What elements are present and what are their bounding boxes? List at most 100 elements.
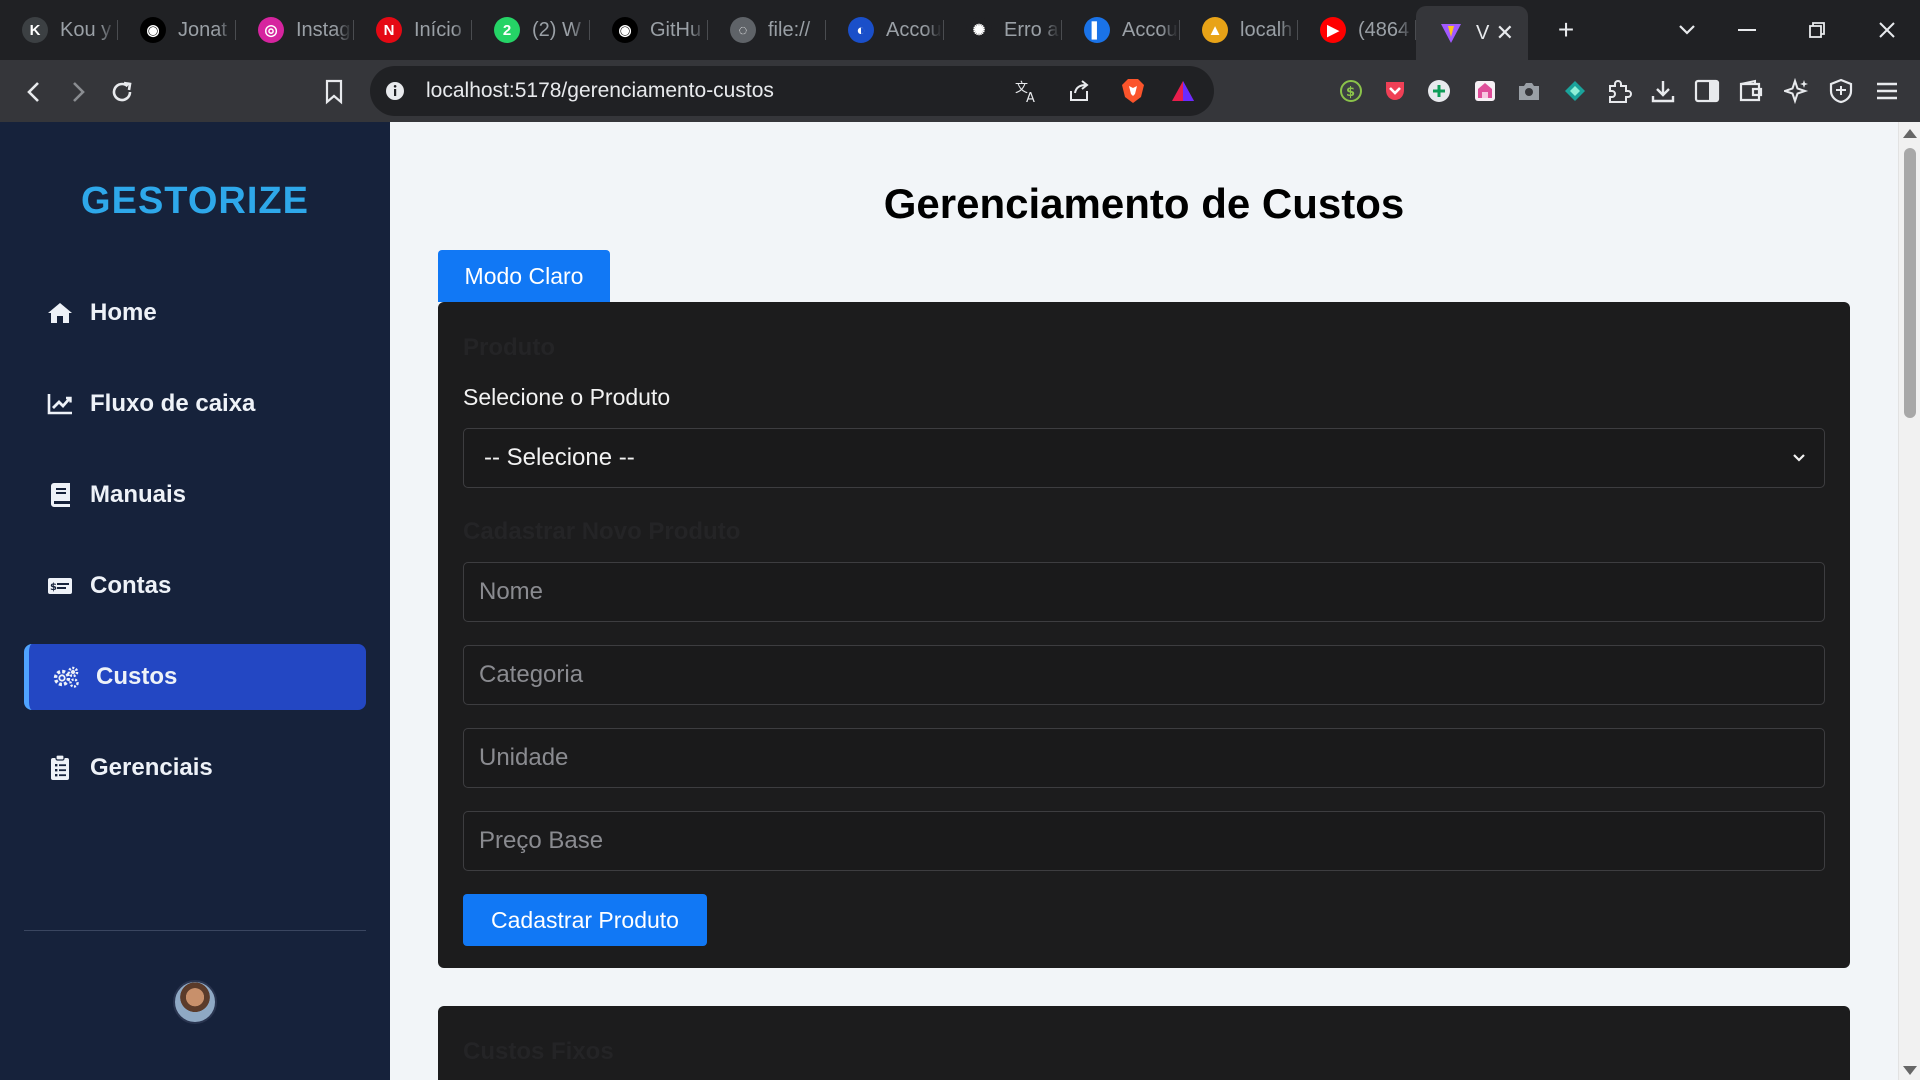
tab-10[interactable]: ▌ Accou: [1062, 0, 1180, 60]
avatar[interactable]: [173, 980, 217, 1024]
tab-close-icon[interactable]: ✕: [1496, 20, 1514, 46]
github-favicon-icon: ◉: [612, 17, 638, 43]
tab-title: (4864: [1358, 18, 1410, 41]
restore-icon[interactable]: [1782, 0, 1852, 60]
tab-11[interactable]: ▲ localh: [1180, 0, 1298, 60]
brave-shields-icon[interactable]: [1118, 76, 1148, 106]
extension-diamond-icon[interactable]: [1560, 76, 1590, 106]
sidebar-item-fluxo-de-caixa[interactable]: Fluxo de caixa: [24, 371, 366, 437]
chevron-down-icon: [1788, 447, 1810, 469]
extension-dollar-icon[interactable]: $: [1336, 76, 1366, 106]
sidebar-item-label: Manuais: [90, 481, 187, 508]
money-card-icon: $: [46, 572, 74, 600]
tab-7[interactable]: ◌ file://: [708, 0, 826, 60]
tab-list: K Kou y ◉ Jonat ◎ Instag N Início 2 (2) W ◉ GitHu ◌ f…: [0, 0, 1416, 60]
tab-title: Instag: [296, 18, 351, 41]
tab-1[interactable]: K Kou y: [0, 0, 118, 60]
extension-plus-icon[interactable]: [1424, 76, 1454, 106]
tab-title: localh: [1240, 18, 1293, 41]
tab-title: Accou: [1122, 18, 1178, 41]
svg-text:$: $: [1346, 85, 1355, 100]
tab-active[interactable]: V ✕: [1416, 6, 1528, 60]
extension-camera-icon[interactable]: [1514, 76, 1544, 106]
reload-icon[interactable]: [102, 72, 142, 112]
sidebar: GESTORIZE Home Fluxo de caixa Manuais $ …: [0, 122, 390, 1080]
brave-rewards-icon[interactable]: [1168, 76, 1198, 106]
share-icon[interactable]: [1064, 76, 1094, 106]
product-unit-input[interactable]: [463, 728, 1825, 788]
sidebar-item-label: Custos: [96, 663, 178, 690]
svg-text:$: $: [50, 582, 57, 593]
sidebar-item-custos[interactable]: Custos: [24, 644, 366, 710]
tab-title: Jonat: [178, 18, 227, 41]
tab-12[interactable]: ▶ (4864: [1298, 0, 1416, 60]
tab-9[interactable]: ✺ Erro a: [944, 0, 1062, 60]
sidebar-item-label: Home: [90, 299, 157, 326]
leo-ai-icon[interactable]: [1782, 76, 1812, 106]
product-name-input[interactable]: [463, 562, 1825, 622]
download-icon[interactable]: [1648, 76, 1678, 106]
mountain-favicon-icon: ▲: [1202, 17, 1228, 43]
brand-logo[interactable]: GESTORIZE: [0, 180, 390, 223]
tab-title: GitHu: [650, 18, 702, 41]
sidebar-item-gerenciais[interactable]: Gerenciais: [24, 735, 366, 801]
wallet-icon[interactable]: [1736, 76, 1766, 106]
register-product-button[interactable]: Cadastrar Produto: [463, 894, 707, 946]
product-card: Produto Selecione o Produto -- Selecione…: [438, 302, 1850, 968]
globe-favicon-icon: ◌: [730, 17, 756, 43]
product-select-value: -- Selecione --: [484, 444, 635, 471]
extension-pocket-icon[interactable]: [1380, 76, 1410, 106]
fixed-costs-title: Custos Fixos: [463, 1038, 614, 1065]
back-icon[interactable]: [14, 72, 54, 112]
tab-title: V: [1476, 21, 1490, 44]
fixed-costs-card: Custos Fixos: [438, 1006, 1850, 1080]
book-icon: [46, 481, 74, 509]
sidebar-item-label: Gerenciais: [90, 754, 213, 781]
sidebar-item-manuais[interactable]: Manuais: [24, 462, 366, 528]
extension-house-icon[interactable]: [1470, 76, 1500, 106]
site-info-icon[interactable]: [382, 78, 408, 104]
youtube-favicon-icon: ▶: [1320, 17, 1346, 43]
home-icon: [46, 299, 74, 327]
page-scrollbar[interactable]: [1898, 122, 1920, 1080]
sidebar-item-home[interactable]: Home: [24, 280, 366, 346]
tab-2[interactable]: ◉ Jonat: [118, 0, 236, 60]
tab-title: Início: [414, 18, 462, 41]
product-section-title: Produto: [463, 334, 555, 361]
sidebar-item-contas[interactable]: $ Contas: [24, 553, 366, 619]
product-select[interactable]: -- Selecione --: [463, 428, 1825, 488]
bookmark-icon[interactable]: [314, 72, 354, 112]
scrollbar-thumb[interactable]: [1904, 148, 1916, 418]
scroll-up-icon[interactable]: [1903, 129, 1917, 138]
sidebar-item-label: Fluxo de caixa: [90, 390, 256, 417]
select-product-label: Selecione o Produto: [463, 384, 671, 410]
account-favicon-icon: ◐: [848, 17, 874, 43]
page-viewport: GESTORIZE Home Fluxo de caixa Manuais $ …: [0, 122, 1920, 1080]
extensions-puzzle-icon[interactable]: [1604, 76, 1634, 106]
whatsapp-favicon-icon: 2: [494, 17, 520, 43]
product-category-input[interactable]: [463, 645, 1825, 705]
openai-favicon-icon: ✺: [966, 17, 992, 43]
scroll-down-icon[interactable]: [1903, 1066, 1917, 1075]
clipboard-icon: [46, 754, 74, 782]
sidebar-toggle-icon[interactable]: [1692, 76, 1722, 106]
product-base-price-input[interactable]: [463, 811, 1825, 871]
translate-icon[interactable]: 文A: [1012, 76, 1042, 106]
sidebar-divider: [24, 930, 366, 931]
vpn-shield-icon[interactable]: [1826, 76, 1856, 106]
tab-3[interactable]: ◎ Instag: [236, 0, 354, 60]
address-bar[interactable]: localhost:5178/gerenciamento-custos 文A: [370, 66, 1214, 116]
tab-6[interactable]: ◉ GitHu: [590, 0, 708, 60]
forward-icon[interactable]: [58, 72, 98, 112]
close-window-icon[interactable]: [1852, 0, 1920, 60]
main-content: Gerenciamento de Custos Modo Claro Produ…: [390, 122, 1898, 1080]
new-tab-button[interactable]: +: [1546, 10, 1586, 50]
theme-toggle-button[interactable]: Modo Claro: [438, 250, 610, 302]
github-favicon-icon: ◉: [140, 17, 166, 43]
tab-5[interactable]: 2 (2) W: [472, 0, 590, 60]
tab-8[interactable]: ◐ Accou: [826, 0, 944, 60]
url-text[interactable]: localhost:5178/gerenciamento-custos: [426, 79, 774, 103]
tab-4[interactable]: N Início: [354, 0, 472, 60]
menu-icon[interactable]: [1872, 76, 1902, 106]
minimize-icon[interactable]: [1712, 0, 1782, 60]
